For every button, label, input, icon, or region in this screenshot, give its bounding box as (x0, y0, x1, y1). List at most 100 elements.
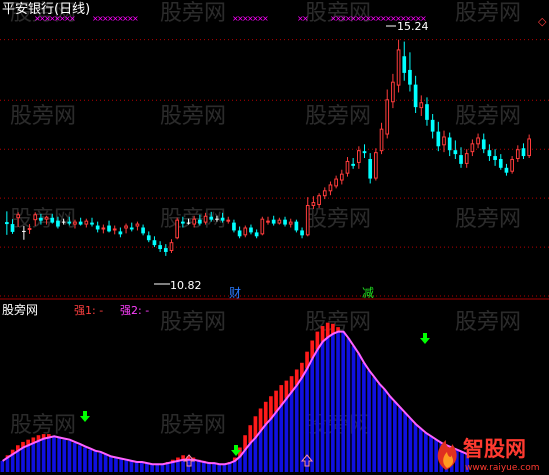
candle-body (396, 49, 401, 86)
candle-body (322, 190, 327, 197)
strength-blue-bar (196, 460, 201, 472)
strength-blue-bar (356, 353, 361, 472)
candle-body (101, 227, 106, 230)
strength-blue-bar (10, 454, 15, 472)
strength-blue-bar (124, 459, 129, 472)
candle-body (413, 84, 418, 108)
strength-blue-bar (331, 333, 335, 472)
candle-body (419, 102, 424, 109)
candle-body (203, 215, 208, 223)
strength-red-bar (279, 385, 284, 406)
candle-body (328, 184, 333, 192)
strength-red-bar (248, 425, 253, 444)
candle-body (487, 150, 492, 157)
candle-body (95, 225, 100, 230)
strength-blue-bar (418, 428, 423, 472)
strength-blue-bar (372, 377, 377, 472)
candle-body (243, 227, 248, 236)
candle-body (402, 56, 407, 73)
candle-body (158, 245, 162, 250)
strength-blue-bar (424, 433, 428, 472)
strength-blue-bar (98, 453, 103, 472)
strength-blue-bar (77, 445, 82, 472)
strength-blue-bar (201, 461, 206, 472)
strength-blue-bar (83, 447, 87, 472)
candle-body (198, 219, 202, 224)
cross-marker: × (262, 14, 269, 23)
candle-body (339, 173, 344, 181)
strength-blue-bar (367, 370, 371, 472)
candle-body (90, 222, 94, 225)
candle-body (152, 240, 157, 246)
candle-body (362, 151, 367, 154)
strength-blue-bar (67, 440, 72, 472)
watermark-text: 股旁网 (455, 207, 521, 232)
candle-body (266, 220, 270, 223)
strength-blue-bar (191, 459, 196, 472)
strength-blue-bar (300, 377, 304, 472)
low-price-label: 10.82 (170, 279, 202, 292)
strength-blue-bar (139, 461, 144, 472)
strength-blue-bar (346, 338, 351, 472)
strength-blue-bar (108, 456, 113, 472)
strength-blue-bar (429, 436, 433, 472)
strength-blue-bar (72, 443, 77, 472)
strength-red-bar (253, 416, 258, 438)
strength-red-bar (263, 401, 268, 425)
candle-body (436, 131, 441, 147)
strength-blue-bar (62, 439, 67, 472)
candle-body (345, 160, 350, 174)
strength-blue-bar (315, 349, 320, 472)
candle-body (163, 248, 168, 252)
strength-blue-bar (176, 460, 180, 472)
candle-body (493, 156, 497, 160)
strength-blue-bar (289, 391, 294, 472)
strength-red-bar (258, 408, 263, 431)
candle-body (56, 220, 60, 227)
watermark-text: 股旁网 (160, 1, 226, 26)
candle-body (510, 159, 514, 172)
strength-blue-bar (145, 463, 149, 472)
cross-marker: × (132, 14, 139, 23)
strength-blue-bar (320, 341, 325, 472)
candle-body (112, 228, 117, 231)
qiang1-label: 强1: - (74, 304, 103, 317)
strength-red-bar (325, 322, 330, 338)
diamond-icon: ◇ (538, 15, 547, 28)
brand-name: 智股网 (463, 437, 526, 461)
strength-blue-bar (46, 437, 51, 472)
watermark-text: 股旁网 (305, 104, 371, 129)
candle-body (27, 227, 32, 230)
strength-blue-bar (31, 443, 36, 472)
strength-blue-bar (393, 401, 397, 472)
candle-body (470, 143, 475, 153)
candle-body (135, 223, 140, 227)
candle-body (385, 99, 390, 135)
strength-blue-bar (310, 358, 315, 472)
watermark-text: 股旁网 (455, 104, 521, 129)
candle-body (391, 81, 395, 103)
watermark-text: 股旁网 (160, 310, 226, 335)
strength-blue-bar (362, 362, 366, 472)
strength-blue-bar (269, 418, 273, 472)
strength-red-bar (320, 326, 325, 342)
candle-body (22, 230, 26, 232)
candle-body (181, 221, 185, 224)
candle-body (73, 221, 77, 225)
strength-blue-bar (263, 424, 268, 472)
candle-body (527, 138, 531, 157)
strength-blue-bar (155, 464, 160, 472)
high-price-label: 15.24 (397, 20, 429, 33)
strength-blue-bar (93, 450, 98, 472)
strength-red-bar (274, 390, 278, 412)
candle-body (521, 148, 526, 157)
strength-blue-bar (408, 418, 413, 472)
upper-panel-title: 平安银行(日线) (2, 2, 90, 17)
strength-blue-bar (119, 458, 123, 472)
brand-url: www.raiyue.com (465, 463, 539, 473)
candle-body (288, 221, 293, 225)
strength-blue-bar (57, 437, 61, 472)
candle-body (464, 153, 469, 164)
candle-body (61, 221, 66, 223)
strength-blue-bar (382, 389, 387, 472)
